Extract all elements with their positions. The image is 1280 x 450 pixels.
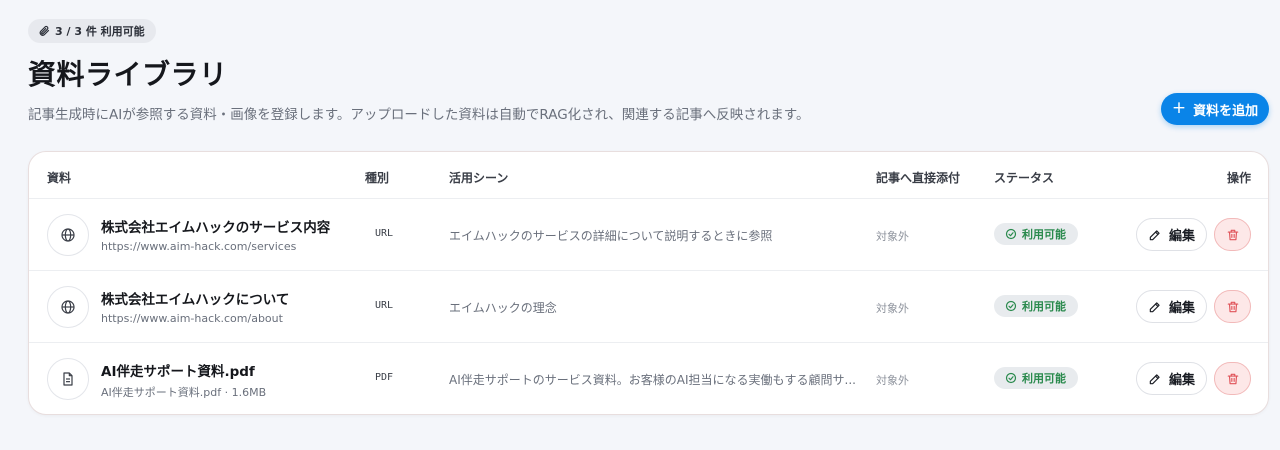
status-badge: 利用可能 <box>994 223 1078 245</box>
column-header-scene: 活用シーン <box>449 171 509 185</box>
resource-type: URL <box>375 228 394 239</box>
status-label: 利用可能 <box>1022 300 1066 313</box>
edit-label: 編集 <box>1168 229 1195 244</box>
resource-attach: 対象外 <box>876 374 909 387</box>
edit-button[interactable]: 編集 <box>1136 362 1207 395</box>
status-badge: 利用可能 <box>994 295 1078 317</box>
resource-type: PDF <box>375 372 394 383</box>
column-header-type: 種別 <box>365 171 390 185</box>
document-icon <box>63 372 73 386</box>
column-header-resource: 資料 <box>47 171 72 185</box>
resource-name[interactable]: AI伴走サポート資料.pdf <box>101 360 255 380</box>
availability-badge: 3 / 3 件 利用可能 <box>28 19 156 43</box>
delete-button[interactable] <box>1214 290 1251 323</box>
check-circle-icon <box>1005 300 1017 312</box>
pencil-icon <box>1149 229 1160 240</box>
edit-label: 編集 <box>1168 373 1195 388</box>
resource-source: AI伴走サポート資料.pdf · 1.6MB <box>101 386 267 399</box>
resource-name[interactable]: 株式会社エイムハックについて <box>101 288 289 308</box>
edit-label: 編集 <box>1168 301 1195 316</box>
resource-scene: エイムハックのサービスの詳細について説明するときに参照 <box>449 229 773 243</box>
page-description: 記事生成時にAIが参照する資料・画像を登録します。アップロードした資料は自動でR… <box>28 107 810 123</box>
resource-attach: 対象外 <box>876 230 909 243</box>
resource-source: https://www.aim-hack.com/services <box>101 240 297 253</box>
table-row: AI伴走サポート資料.pdf AI伴走サポート資料.pdf · 1.6MB PD… <box>29 343 1268 414</box>
delete-button[interactable] <box>1214 362 1251 395</box>
resource-type-badge <box>47 214 89 256</box>
pencil-icon <box>1149 373 1160 384</box>
resource-scene: エイムハックの理念 <box>449 301 557 315</box>
paperclip-icon <box>39 25 50 36</box>
resource-type-badge <box>47 358 89 400</box>
delete-button[interactable] <box>1214 218 1251 251</box>
column-header-actions: 操作 <box>1227 171 1252 185</box>
trash-icon <box>1227 229 1238 240</box>
table-row: 株式会社エイムハックのサービス内容 https://www.aim-hack.c… <box>29 199 1268 271</box>
edit-button[interactable]: 編集 <box>1136 290 1207 323</box>
add-resource-label: 資料を追加 <box>1193 103 1259 119</box>
status-badge: 利用可能 <box>994 367 1078 389</box>
resource-scene: AI伴走サポートのサービス資料。お客様のAI担当になる実働もする顧問サ... <box>449 373 856 387</box>
status-label: 利用可能 <box>1022 228 1066 241</box>
resource-attach: 対象外 <box>876 302 909 315</box>
edit-button[interactable]: 編集 <box>1136 218 1207 251</box>
availability-text: 3 / 3 件 利用可能 <box>55 25 145 38</box>
resource-type-badge <box>47 286 89 328</box>
trash-icon <box>1227 373 1238 384</box>
resource-name[interactable]: 株式会社エイムハックのサービス内容 <box>101 216 330 236</box>
table-header: 資料 種別 活用シーン 記事へ直接添付 ステータス 操作 <box>29 152 1268 199</box>
check-circle-icon <box>1005 372 1017 384</box>
resource-library-page: 3 / 3 件 利用可能 資料ライブラリ 記事生成時にAIが参照する資料・画像を… <box>0 0 1280 450</box>
status-label: 利用可能 <box>1022 372 1066 385</box>
resource-type: URL <box>375 300 394 311</box>
column-header-attach: 記事へ直接添付 <box>876 171 961 185</box>
resource-table: 資料 種別 活用シーン 記事へ直接添付 ステータス 操作 株式会社エイムハックの… <box>28 151 1269 415</box>
trash-icon <box>1227 301 1238 312</box>
table-row: 株式会社エイムハックについて https://www.aim-hack.com/… <box>29 271 1268 343</box>
page-title: 資料ライブラリ <box>28 58 228 91</box>
column-header-status: ステータス <box>994 171 1055 185</box>
resource-source: https://www.aim-hack.com/about <box>101 312 283 325</box>
check-circle-icon <box>1005 228 1017 240</box>
pencil-icon <box>1149 301 1160 312</box>
globe-icon <box>61 228 75 242</box>
globe-icon <box>61 300 75 314</box>
add-resource-button[interactable]: + 資料を追加 <box>1161 93 1269 125</box>
plus-icon: + <box>1171 98 1187 118</box>
